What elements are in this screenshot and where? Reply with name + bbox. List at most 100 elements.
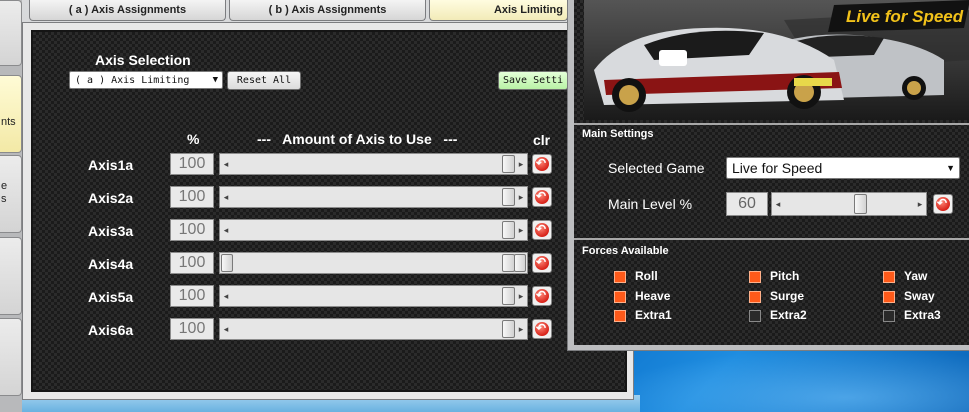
force-label: Yaw — [904, 269, 928, 283]
left-window-tab-label: e s — [1, 180, 8, 205]
save-settings-button[interactable]: Save Setti — [498, 71, 568, 90]
axis-selection-label: Axis Selection — [95, 52, 191, 68]
tab-axis-limiting[interactable]: Axis Limiting — [429, 0, 568, 21]
left-window-tab-2[interactable]: nts — [0, 75, 22, 153]
tab-a-axis-assignments[interactable]: ( a ) Axis Assignments — [29, 0, 226, 21]
main-level-slider[interactable]: ◂ ▸ — [771, 192, 927, 216]
slider-left-arrow[interactable]: ◂ — [220, 154, 232, 174]
force-checkbox[interactable] — [614, 271, 626, 283]
force-checkbox[interactable] — [883, 291, 895, 303]
main-settings-window: Live for Speed Main Settings Selected Ga… — [567, 0, 969, 351]
axis-percent-field[interactable]: 100 — [170, 219, 214, 241]
tab-label: Axis Limiting — [493, 4, 563, 16]
slider-thumb[interactable] — [502, 155, 515, 173]
left-window-tab-label: nts — [1, 116, 16, 128]
axis-row-label: Axis3a — [88, 223, 134, 239]
main-settings-content: Live for Speed Main Settings Selected Ga… — [574, 0, 969, 345]
game-banner-image: Live for Speed — [584, 0, 969, 120]
tab-b-axis-assignments[interactable]: ( b ) Axis Assignments — [229, 0, 426, 21]
left-window-tab-1[interactable] — [0, 0, 22, 66]
axis-amount-slider[interactable]: ◂▸ — [219, 153, 528, 175]
axis-percent-field[interactable]: 100 — [170, 153, 214, 175]
chevron-down-icon: ▼ — [946, 163, 955, 173]
axis-amount-slider[interactable]: ◂▸ — [219, 219, 528, 241]
slider-left-cap — [221, 254, 233, 272]
left-window-tab-5[interactable] — [0, 318, 22, 396]
game-logo-text: Live for Speed — [846, 7, 964, 26]
force-label: Extra1 — [635, 308, 672, 322]
selected-game-combo[interactable]: Live for Speed ▼ — [726, 157, 960, 179]
left-window-tab-4[interactable] — [0, 237, 22, 315]
force-checkbox[interactable] — [614, 291, 626, 303]
slider-right-arrow[interactable]: ▸ — [515, 154, 527, 174]
slider-left-arrow[interactable]: ◂ — [220, 286, 232, 306]
slider-right-cap — [514, 254, 526, 272]
clear-axis-icon[interactable] — [532, 154, 552, 174]
clear-axis-icon[interactable] — [532, 187, 552, 207]
slider-thumb[interactable] — [502, 188, 515, 206]
clear-axis-icon[interactable] — [532, 220, 552, 240]
selected-game-label: Selected Game — [608, 160, 705, 176]
slider-left-arrow[interactable]: ◂ — [220, 220, 232, 240]
slider-thumb[interactable] — [854, 194, 868, 214]
force-checkbox[interactable] — [883, 271, 895, 283]
slider-right-arrow[interactable]: ▸ — [515, 187, 527, 207]
axis-amount-slider[interactable]: ◂▸ — [219, 186, 528, 208]
force-label: Sway — [904, 289, 935, 303]
axis-selection-value: ( a ) Axis Limiting — [75, 74, 190, 86]
force-checkbox[interactable] — [749, 271, 761, 283]
force-label: Extra2 — [770, 308, 807, 322]
main-level-label: Main Level % — [608, 196, 693, 212]
force-checkbox[interactable] — [883, 310, 895, 322]
forces-available-title: Forces Available — [582, 245, 669, 257]
force-checkbox[interactable] — [749, 310, 761, 322]
force-label: Pitch — [770, 269, 800, 283]
axis-percent-field[interactable]: 100 — [170, 318, 214, 340]
divider — [574, 123, 969, 125]
slider-thumb[interactable] — [502, 287, 515, 305]
clear-axis-icon[interactable] — [532, 319, 552, 339]
clear-axis-icon[interactable] — [532, 253, 552, 273]
slider-thumb[interactable] — [502, 320, 515, 338]
clear-axis-icon[interactable] — [532, 286, 552, 306]
slider-left-arrow[interactable]: ◂ — [220, 187, 232, 207]
axis-amount-slider[interactable]: ◂▸ — [219, 318, 528, 340]
main-settings-title: Main Settings — [582, 128, 654, 140]
slider-left-arrow[interactable]: ◂ — [220, 319, 232, 339]
amount-column-header: --- Amount of Axis to Use --- — [257, 131, 458, 147]
force-label: Roll — [635, 269, 658, 283]
axis-row-label: Axis6a — [88, 322, 134, 338]
main-level-value[interactable]: 60 — [726, 192, 768, 216]
divider — [574, 238, 969, 240]
axis-selection-combo[interactable]: ( a ) Axis Limiting ▼ — [69, 71, 223, 89]
left-window-tab-3[interactable]: e s — [0, 155, 22, 233]
axis-percent-field[interactable]: 100 — [170, 285, 214, 307]
slider-thumb[interactable] — [502, 221, 515, 239]
axis-percent-field[interactable]: 100 — [170, 186, 214, 208]
percent-column-header: % — [187, 131, 200, 147]
axis-row-label: Axis1a — [88, 157, 134, 173]
axis-row-label: Axis5a — [88, 289, 134, 305]
reset-all-button[interactable]: Reset All — [227, 71, 301, 90]
slider-right-arrow[interactable]: ▸ — [515, 319, 527, 339]
force-label: Heave — [635, 289, 671, 303]
force-checkbox[interactable] — [614, 310, 626, 322]
axis-amount-slider[interactable]: ◂▸ — [219, 285, 528, 307]
main-level-reset-icon[interactable] — [933, 194, 953, 214]
axis-amount-slider[interactable]: ◂▸ — [219, 252, 528, 274]
force-checkbox[interactable] — [749, 291, 761, 303]
force-label: Surge — [770, 289, 805, 303]
race-car-image: Live for Speed — [584, 0, 969, 120]
chevron-down-icon: ▼ — [212, 75, 218, 85]
axis-percent-field[interactable]: 100 — [170, 252, 214, 274]
slider-right-arrow[interactable]: ▸ — [515, 220, 527, 240]
selected-game-value: Live for Speed — [732, 160, 823, 176]
axis-row-label: Axis2a — [88, 190, 134, 206]
slider-right-arrow[interactable]: ▸ — [914, 193, 926, 215]
tab-label: ( b ) Axis Assignments — [268, 4, 387, 16]
tab-label: ( a ) Axis Assignments — [68, 4, 187, 16]
axis-limiting-content: Axis Selection ( a ) Axis Limiting ▼ Res… — [31, 30, 627, 392]
slider-left-arrow[interactable]: ◂ — [772, 193, 784, 215]
axis-limiting-panel: Axis Selection ( a ) Axis Limiting ▼ Res… — [22, 22, 634, 400]
slider-right-arrow[interactable]: ▸ — [515, 286, 527, 306]
